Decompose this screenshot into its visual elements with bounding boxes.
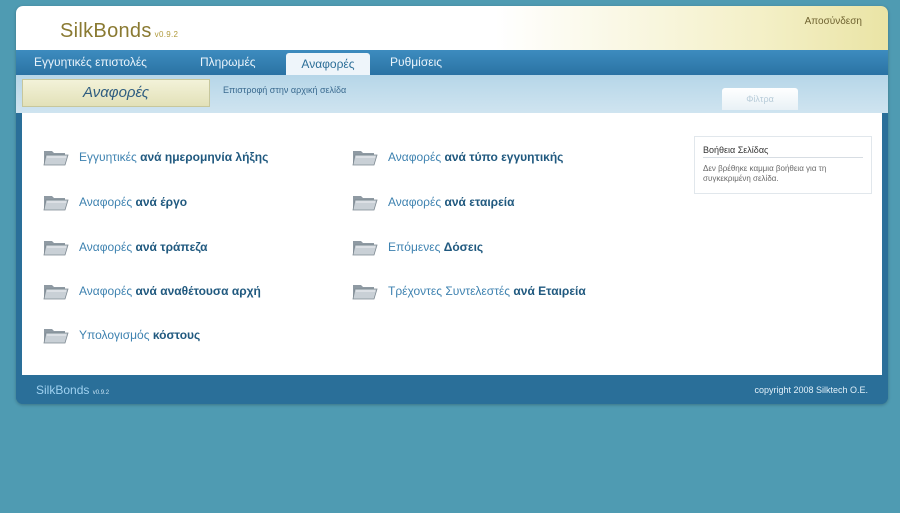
brand-version: v0.9.2 <box>154 30 179 39</box>
report-link-label: Υπολογισμός κόστους <box>79 328 200 342</box>
folder-icon <box>352 281 378 301</box>
report-link[interactable]: Τρέχοντες Συντελεστές ανά Εταιρεία <box>352 280 586 302</box>
report-link-prefix: Τρέχοντες Συντελεστές <box>388 284 511 298</box>
tab-settings[interactable]: Ρυθμίσεις <box>390 50 442 75</box>
footer: SilkBonds v0.9.2 copyright 2008 Silktech… <box>16 375 888 404</box>
folder-icon-graphic <box>43 196 69 211</box>
report-link-label: Αναφορές ανά τράπεζα <box>79 240 208 254</box>
filter-button[interactable]: Φίλτρα <box>722 88 798 110</box>
report-link-prefix: Αναφορές <box>388 195 442 209</box>
report-link-bold: ανά τράπεζα <box>135 240 208 254</box>
logout-link[interactable]: Αποσύνδεση <box>805 16 862 27</box>
report-link-label: Εγγυητικές ανά ημερομηνία λήξης <box>79 150 268 164</box>
report-link-prefix: Εγγυητικές <box>79 150 137 164</box>
copyright-text: copyright 2008 Silktech O.E. <box>754 385 868 395</box>
brand-name: SilkBonds <box>60 20 152 42</box>
report-link-bold: ανά ημερομηνία λήξης <box>140 150 269 164</box>
report-link-bold: ανά τύπο εγγυητικής <box>444 150 564 164</box>
report-link-bold: Δόσεις <box>443 240 484 254</box>
report-link[interactable]: Αναφορές ανά τύπο εγγυητικής <box>352 146 563 168</box>
report-link-bold: ανά έργο <box>135 195 188 209</box>
folder-icon-graphic <box>43 241 69 256</box>
back-home-link[interactable]: Επιστροφή στην αρχική σελίδα <box>223 85 346 95</box>
report-link-prefix: Επόμενες <box>388 240 441 254</box>
folder-icon <box>43 237 69 257</box>
folder-icon <box>43 281 69 301</box>
folder-icon-graphic <box>43 285 69 300</box>
header: SilkBonds v0.9.2 Αποσύνδεση <box>16 6 888 50</box>
app-window: SilkBonds v0.9.2 Αποσύνδεση Εγγυητικές επ… <box>16 6 888 404</box>
folder-icon-graphic <box>352 151 378 166</box>
sub-toolbar: Αναφορές Επιστροφή στην αρχική σελίδα Φί… <box>16 75 888 113</box>
help-text: Δεν βρέθηκε καμμια βοήθεια για τη συγκεκ… <box>703 164 827 183</box>
main-tabs: Εγγυητικές επιστολές Πληρωμές Αναφορές Ρ… <box>16 50 888 75</box>
report-link[interactable]: Αναφορές ανά αναθέτουσα αρχή <box>43 280 261 302</box>
page-title: Αναφορές <box>22 79 210 107</box>
folder-icon <box>352 192 378 212</box>
folder-icon <box>352 237 378 257</box>
report-link[interactable]: Εγγυητικές ανά ημερομηνία λήξης <box>43 146 268 168</box>
report-link-label: Τρέχοντες Συντελεστές ανά Εταιρεία <box>388 284 586 298</box>
folder-icon-graphic <box>352 285 378 300</box>
footer-brand: SilkBonds v0.9.2 <box>36 383 109 397</box>
tab-guarantees[interactable]: Εγγυητικές επιστολές <box>34 50 147 75</box>
report-link-label: Επόμενες Δόσεις <box>388 240 483 254</box>
report-link-label: Αναφορές ανά έργο <box>79 195 187 209</box>
report-link[interactable]: Αναφορές ανά έργο <box>43 191 187 213</box>
folder-icon-graphic <box>352 241 378 256</box>
report-link-bold: ανά αναθέτουσα αρχή <box>135 284 261 298</box>
report-link-prefix: Αναφορές <box>79 195 133 209</box>
main-content: Εγγυητικές ανά ημερομηνία λήξης Αναφορές … <box>22 113 882 375</box>
report-link-prefix: Αναφορές <box>79 240 133 254</box>
report-link[interactable]: Υπολογισμός κόστους <box>43 324 200 346</box>
report-link-bold: ανά Εταιρεία <box>513 284 586 298</box>
tab-payments[interactable]: Πληρωμές <box>200 50 256 75</box>
report-link-bold: ανά εταιρεία <box>444 195 515 209</box>
folder-icon <box>43 192 69 212</box>
report-link[interactable]: Επόμενες Δόσεις <box>352 236 483 258</box>
brand-logo[interactable]: SilkBonds v0.9.2 <box>60 20 178 43</box>
report-link-bold: κόστους <box>152 328 201 342</box>
report-link-label: Αναφορές ανά εταιρεία <box>388 195 515 209</box>
footer-version: v0.9.2 <box>92 390 110 396</box>
footer-brand-name: SilkBonds <box>36 383 90 397</box>
folder-icon-graphic <box>43 329 69 344</box>
folder-icon-graphic <box>43 151 69 166</box>
help-title: Βοήθεια Σελίδας <box>703 145 863 158</box>
report-link-prefix: Αναφορές <box>388 150 442 164</box>
folder-icon <box>43 147 69 167</box>
report-link-prefix: Υπολογισμός <box>79 328 150 342</box>
report-link-prefix: Αναφορές <box>79 284 133 298</box>
folder-icon <box>43 325 69 345</box>
report-link[interactable]: Αναφορές ανά τράπεζα <box>43 236 208 258</box>
folder-icon-graphic <box>352 196 378 211</box>
folder-icon <box>352 147 378 167</box>
report-link-label: Αναφορές ανά αναθέτουσα αρχή <box>79 284 261 298</box>
tab-reports[interactable]: Αναφορές <box>286 53 370 75</box>
report-link-label: Αναφορές ανά τύπο εγγυητικής <box>388 150 563 164</box>
help-box: Βοήθεια Σελίδας Δεν βρέθηκε καμμια βοήθε… <box>694 136 872 194</box>
report-link[interactable]: Αναφορές ανά εταιρεία <box>352 191 515 213</box>
